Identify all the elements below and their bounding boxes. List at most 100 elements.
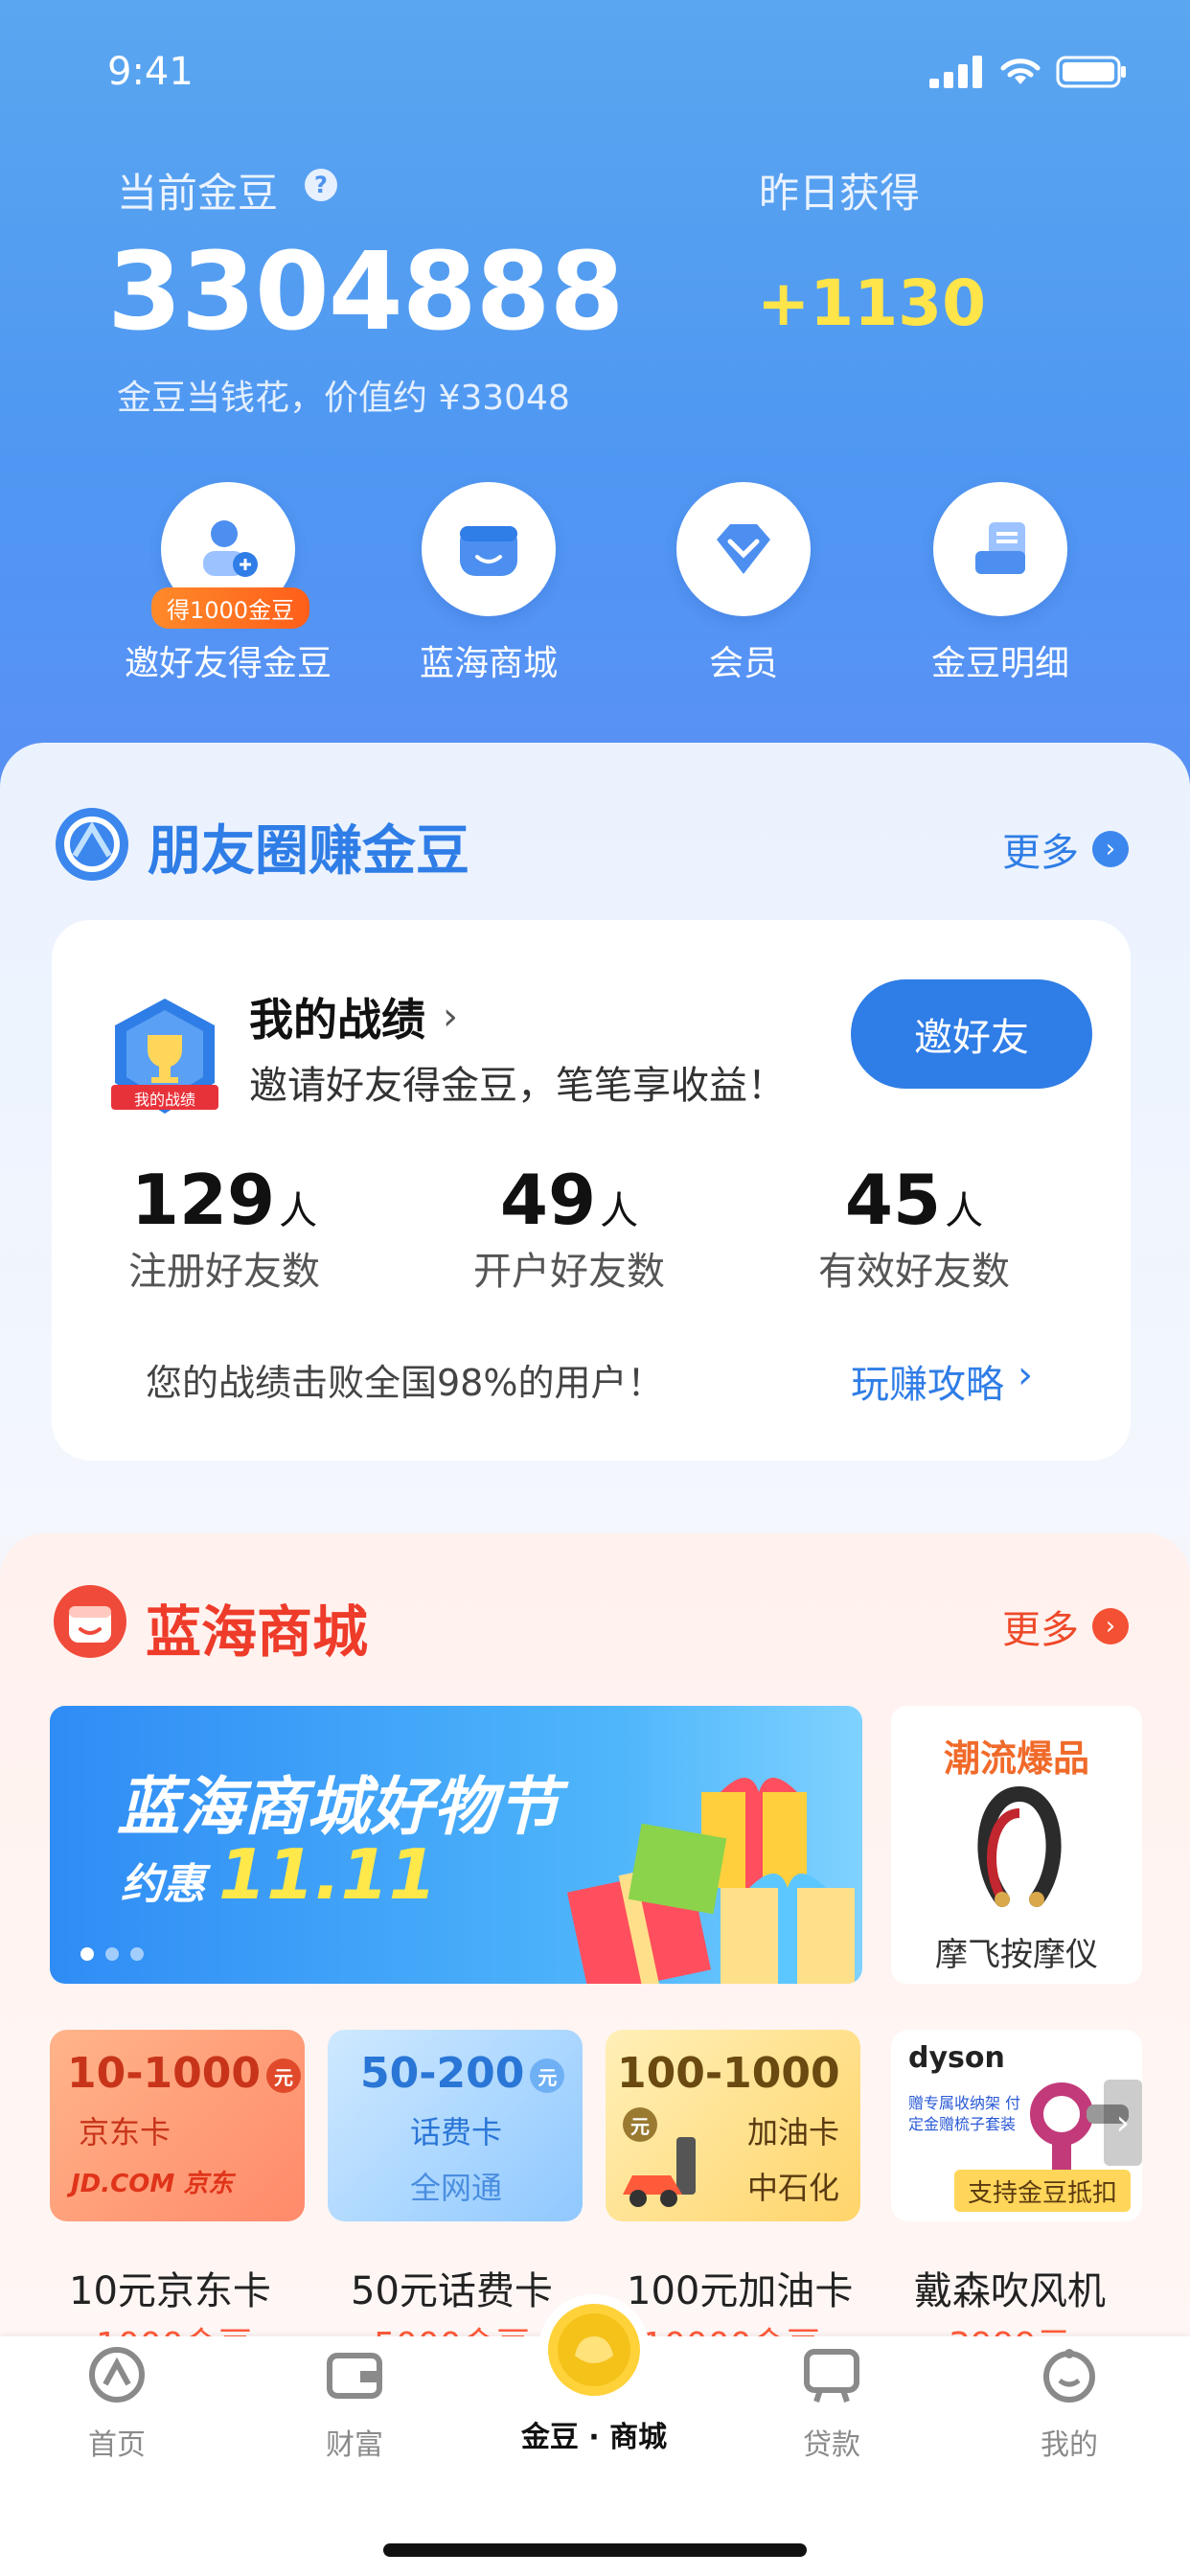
stat-unit: 人 <box>945 1189 984 1233</box>
gc-range: 50-200 <box>360 2049 525 2098</box>
trend-product-card[interactable]: 潮流爆品 摩飞按摩仪 <box>891 1706 1142 1984</box>
signal-icon <box>929 56 982 88</box>
gift-boxes-illustration <box>566 1778 855 1984</box>
dyson-promo: 赠专属收纳架 付定金赠梳子套装 <box>908 2094 1021 2133</box>
gc-yuan: 元 <box>530 2058 565 2093</box>
store-logo-icon <box>54 1585 126 1658</box>
yesterday-value: +1130 <box>757 266 986 340</box>
more-label: 更多 <box>1002 1608 1079 1652</box>
record-footer-text: 您的战绩击败全国98%的用户！ <box>146 1362 664 1404</box>
promo-banner[interactable]: 蓝海商城好物节 约惠 11.11 <box>50 1706 862 1984</box>
diamond-icon <box>717 524 770 574</box>
store-more-link[interactable]: 更多 › <box>1002 1598 1129 1654</box>
gc-name: 话费卡 <box>410 2114 503 2150</box>
invite-bonus-badge: 得1000金豆 <box>151 587 310 629</box>
stat-value: 45 <box>844 1160 942 1240</box>
receipt-icon <box>975 522 1025 574</box>
stat-unit: 人 <box>600 1189 639 1233</box>
trophy-badge-icon: 我的战绩 <box>107 995 222 1127</box>
section-title: 朋友圈赚金豆 <box>148 820 469 883</box>
stat-label: 开户好友数 <box>473 1250 665 1294</box>
tab-wealth[interactable]: 财富 <box>259 2346 450 2463</box>
dyson-logo: dyson <box>908 2041 1005 2075</box>
quick-action-member[interactable]: 会员 <box>638 482 849 685</box>
tab-label: 贷款 <box>803 2428 860 2462</box>
gc-yuan: 元 <box>265 2058 301 2093</box>
loan-icon <box>804 2349 859 2403</box>
more-label: 更多 <box>1002 831 1079 875</box>
invite-friend-button[interactable]: 邀好友 <box>851 979 1092 1089</box>
battery-icon <box>1056 56 1126 88</box>
trend-product-name: 摩飞按摩仪 <box>935 1936 1098 1974</box>
quick-action-store[interactable]: 蓝海商城 <box>383 482 594 685</box>
gift-card-dyson[interactable]: dyson 赠专属收纳架 付定金赠梳子套装 支持金豆抵扣 › <box>891 2030 1142 2221</box>
hero-header: 9:41 当前金豆 ? 3304888 金豆当钱花，价值约 ¥33048 昨日获… <box>0 0 1190 843</box>
stat-value: 49 <box>499 1160 597 1240</box>
gift-card-phone[interactable]: 50-200 元 话费卡 全网通 <box>328 2030 583 2221</box>
quick-action-bean-detail[interactable]: 金豆明细 <box>895 482 1106 685</box>
product-name[interactable]: 10元京东卡 <box>69 2260 271 2315</box>
gc-brand: 中石化 <box>747 2170 840 2206</box>
stat-value: 129 <box>130 1160 276 1240</box>
friends-circle-icon <box>56 808 128 881</box>
home-icon <box>89 2347 145 2403</box>
stat-registered: 129 人 注册好友数 <box>109 1160 339 1296</box>
car-illustration <box>623 2137 696 2207</box>
record-title: 我的战绩 <box>249 994 425 1046</box>
stat-label: 有效好友数 <box>818 1250 1010 1294</box>
neck-massager-image <box>977 1785 1062 1907</box>
store-icon <box>460 526 517 576</box>
gc-name: 京东卡 <box>79 2114 172 2150</box>
gc-name: 加油卡 <box>747 2114 840 2150</box>
record-card: 我的战绩 我的战绩 › 邀请好友得金豆，笔笔享收益！ 邀好友 129 人 注册好友… <box>52 920 1131 1460</box>
quick-action-label: 会员 <box>708 644 778 683</box>
chevron-right-icon: › <box>1092 1608 1129 1644</box>
badge-text: 我的战绩 <box>133 1091 195 1109</box>
invite-friends-icon <box>203 520 258 577</box>
quick-action-label: 邀好友得金豆 <box>124 644 332 683</box>
gc-brand: JD.COM 京东 <box>71 2170 234 2198</box>
chevron-right-icon: › <box>1092 831 1129 867</box>
quick-action-label: 金豆明细 <box>930 644 1069 683</box>
banner-pagination <box>80 1947 144 1961</box>
gold-bean-icon <box>538 2294 650 2405</box>
current-beans-label: 当前金豆 <box>117 170 279 217</box>
banner-date: 11.11 <box>218 1834 437 1915</box>
tab-gold-bean-store[interactable]: 金豆 · 商城 <box>498 2292 690 2455</box>
home-indicator <box>383 2543 807 2557</box>
stat-unit: 人 <box>279 1189 318 1233</box>
tab-home[interactable]: 首页 <box>21 2346 213 2463</box>
tab-label: 财富 <box>326 2428 383 2462</box>
product-name[interactable]: 戴森吹风机 <box>914 2260 1106 2315</box>
gc-range: 10-1000 <box>67 2049 261 2098</box>
banner-prefix: 约惠 <box>121 1860 205 1909</box>
strategy-link[interactable]: 玩赚攻略 › <box>851 1353 1033 1409</box>
bottom-tab-bar: 首页 财富 金豆 · 商城 贷款 我的 <box>0 2294 1190 2576</box>
gc-brand: 全网通 <box>410 2170 503 2206</box>
gift-card-jd[interactable]: 10-1000 元 京东卡 JD.COM 京东 <box>50 2030 305 2221</box>
tab-label: 金豆 · 商城 <box>520 2421 668 2454</box>
bean-deduct-tag: 支持金豆抵扣 <box>954 2170 1132 2212</box>
wallet-icon <box>327 2353 382 2399</box>
chevron-right-icon: › <box>443 995 458 1039</box>
current-beans-value: 3304888 <box>107 230 625 355</box>
record-subtitle: 邀请好友得金豆，笔笔享收益！ <box>249 1064 786 1108</box>
stat-label: 注册好友数 <box>128 1250 320 1294</box>
tab-profile[interactable]: 我的 <box>973 2346 1165 2463</box>
stat-opened: 49 人 开户好友数 <box>454 1160 684 1296</box>
chevron-right-icon[interactable]: › <box>1104 2080 1142 2166</box>
help-icon[interactable]: ? <box>305 169 337 201</box>
gc-range: 100-1000 <box>617 2049 840 2098</box>
tab-label: 我的 <box>1041 2428 1098 2462</box>
tab-loan[interactable]: 贷款 <box>736 2346 927 2463</box>
current-beans-subtext: 金豆当钱花，价值约 ¥33048 <box>117 379 570 418</box>
status-indicators <box>929 56 1127 88</box>
quick-action-invite[interactable]: 得1000金豆 邀好友得金豆 <box>123 482 333 685</box>
gift-card-fuel[interactable]: 100-1000元 加油卡 中石化 <box>606 2030 860 2221</box>
friends-more-link[interactable]: 更多 › <box>1002 821 1129 877</box>
record-title-link[interactable]: 我的战绩 › <box>249 985 458 1048</box>
strategy-label: 玩赚攻略 <box>851 1363 1004 1407</box>
trend-title: 潮流爆品 <box>943 1737 1089 1780</box>
wifi-icon <box>1000 58 1041 84</box>
tab-label: 首页 <box>88 2428 146 2462</box>
